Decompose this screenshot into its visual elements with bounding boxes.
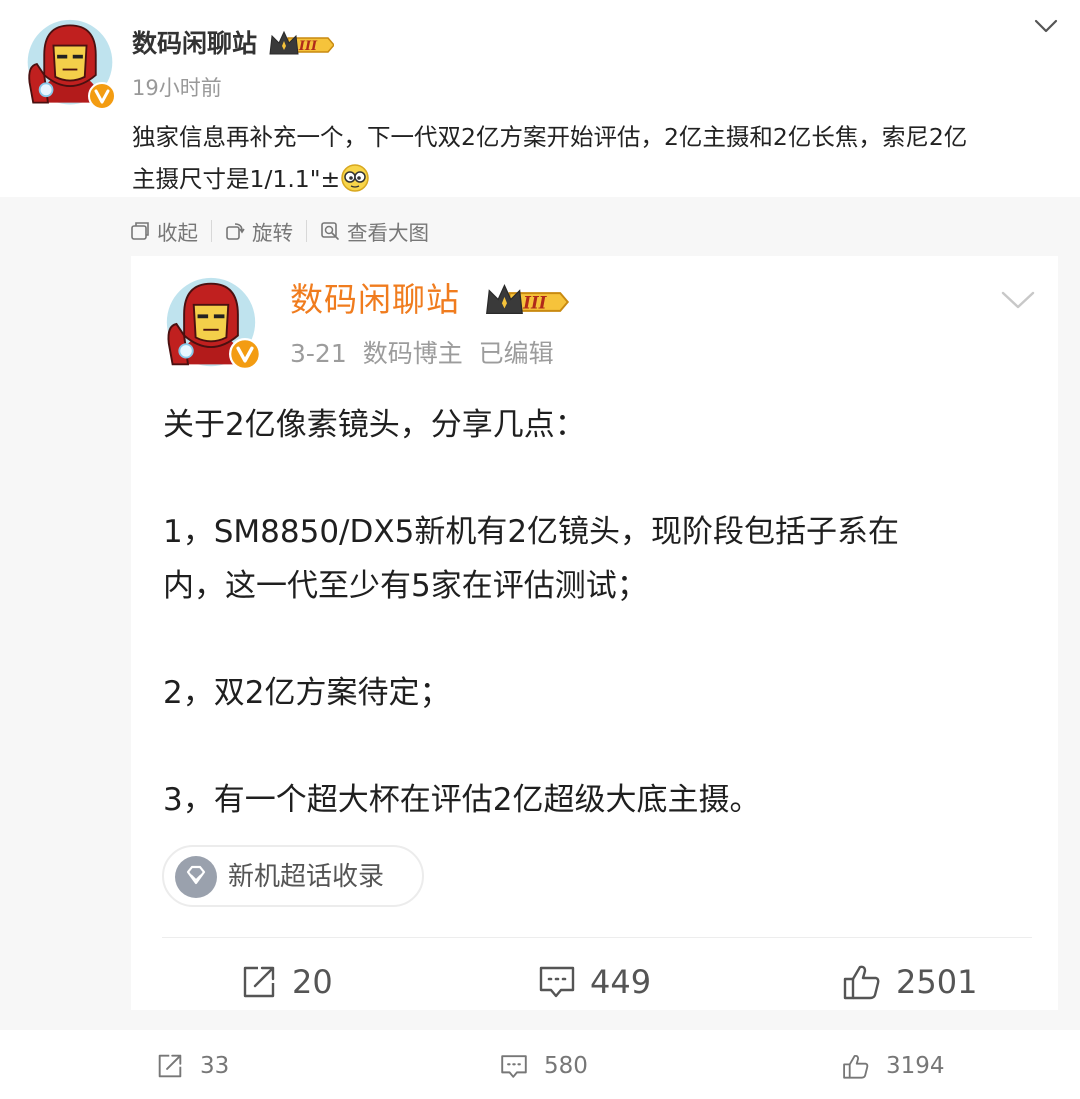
card-meta: 3-21 数码博主 已编辑	[290, 336, 554, 372]
card-role: 数码博主	[362, 339, 463, 368]
card-date: 3-21	[290, 339, 347, 368]
post-time: 19小时前	[132, 76, 222, 100]
repost-icon	[243, 966, 275, 998]
repost-icon	[158, 1054, 182, 1078]
card-more-options-button[interactable]	[1000, 287, 1036, 313]
collapse-icon	[131, 222, 149, 240]
like-count: 3194	[886, 1053, 945, 1079]
image-toolbar: 收起 旋转 查看大图	[130, 215, 429, 247]
card-like-count: 2501	[896, 963, 978, 1001]
card-paragraph	[163, 720, 1033, 774]
post-text-line: 独家信息再补充一个，下一代双2亿方案开始评估，2亿主摄和2亿长焦，索尼2亿	[132, 123, 968, 151]
badge-level-text: III	[298, 39, 318, 54]
more-options-button[interactable]	[1033, 16, 1059, 36]
toolbar-divider	[211, 220, 212, 242]
card-divider	[162, 937, 1032, 938]
card-edited: 已编辑	[478, 339, 554, 368]
card-paragraph: 1，SM8850/DX5新机有2亿镜头，现阶段包括子系在	[163, 514, 900, 550]
card-comment-button[interactable]: 449	[538, 960, 651, 1004]
comment-icon	[539, 966, 575, 998]
repost-button[interactable]: 33	[156, 1048, 229, 1084]
card-author-name[interactable]: 数码闲聊站	[290, 278, 460, 322]
topic-label: 新机超话收录	[228, 862, 385, 892]
crown-icon: III	[269, 30, 335, 55]
verified-icon	[88, 82, 116, 110]
like-button[interactable]: 3194	[842, 1048, 945, 1084]
card-like-button[interactable]: 2501	[842, 960, 977, 1004]
card-comment-count: 449	[590, 963, 652, 1001]
crown-icon: III	[486, 284, 570, 315]
view-large-label: 查看大图	[347, 221, 429, 245]
post-text-line: 主摄尺寸是1/1.1"±	[132, 158, 1062, 200]
card-paragraph: 内，这一代至少有5家在评估测试；	[163, 567, 648, 604]
card-member-badge[interactable]: III	[480, 283, 572, 325]
chevron-down-icon	[1001, 291, 1035, 309]
card-text: 关于2亿像素镜头，分享几点： 1，SM8850/DX5新机有2亿镜头，现阶段包括…	[163, 399, 1033, 827]
card-paragraph	[163, 613, 1033, 667]
card-paragraph: 3，有一个超大杯在评估2亿超级大底主摄。	[163, 781, 761, 818]
verified-icon	[229, 338, 261, 370]
author-avatar[interactable]	[24, 18, 116, 110]
comment-button[interactable]: 580	[500, 1048, 588, 1084]
card-repost-button[interactable]: 20	[240, 960, 333, 1004]
card-paragraph: 2，双2亿方案待定；	[163, 674, 451, 711]
thumbs-up-icon	[843, 965, 880, 1000]
card-paragraph: 关于2亿像素镜头，分享几点：	[163, 407, 586, 443]
card-repost-count: 20	[292, 963, 333, 1001]
rotate-button[interactable]: 旋转	[225, 216, 293, 246]
comment-icon	[501, 1054, 527, 1078]
thumbs-up-icon	[843, 1054, 869, 1079]
topic-chip[interactable]: 新机超话收录	[162, 845, 424, 907]
repost-count: 33	[200, 1053, 230, 1079]
member-badge[interactable]: III	[268, 30, 335, 64]
post-text-line-2: 主摄尺寸是1/1.1"±	[132, 165, 341, 193]
toolbar-divider	[306, 220, 307, 242]
card-author-avatar[interactable]	[163, 276, 263, 372]
rotate-icon	[226, 223, 245, 240]
author-name[interactable]: 数码闲聊站	[132, 26, 257, 62]
comment-count: 580	[544, 1053, 588, 1079]
doge-emoji-icon	[341, 164, 369, 192]
post-text: 独家信息再补充一个，下一代双2亿方案开始评估，2亿主摄和2亿长焦，索尼2亿 主摄…	[132, 116, 1062, 200]
chevron-down-icon	[1034, 19, 1058, 33]
badge-level-text: III	[522, 293, 547, 312]
collapse-label: 收起	[157, 221, 198, 245]
view-large-icon	[321, 222, 339, 240]
collapse-button[interactable]: 收起	[130, 216, 198, 246]
rotate-label: 旋转	[252, 221, 293, 245]
view-large-button[interactable]: 查看大图	[320, 216, 429, 246]
card-paragraph	[163, 453, 1033, 507]
diamond-icon	[175, 856, 217, 898]
